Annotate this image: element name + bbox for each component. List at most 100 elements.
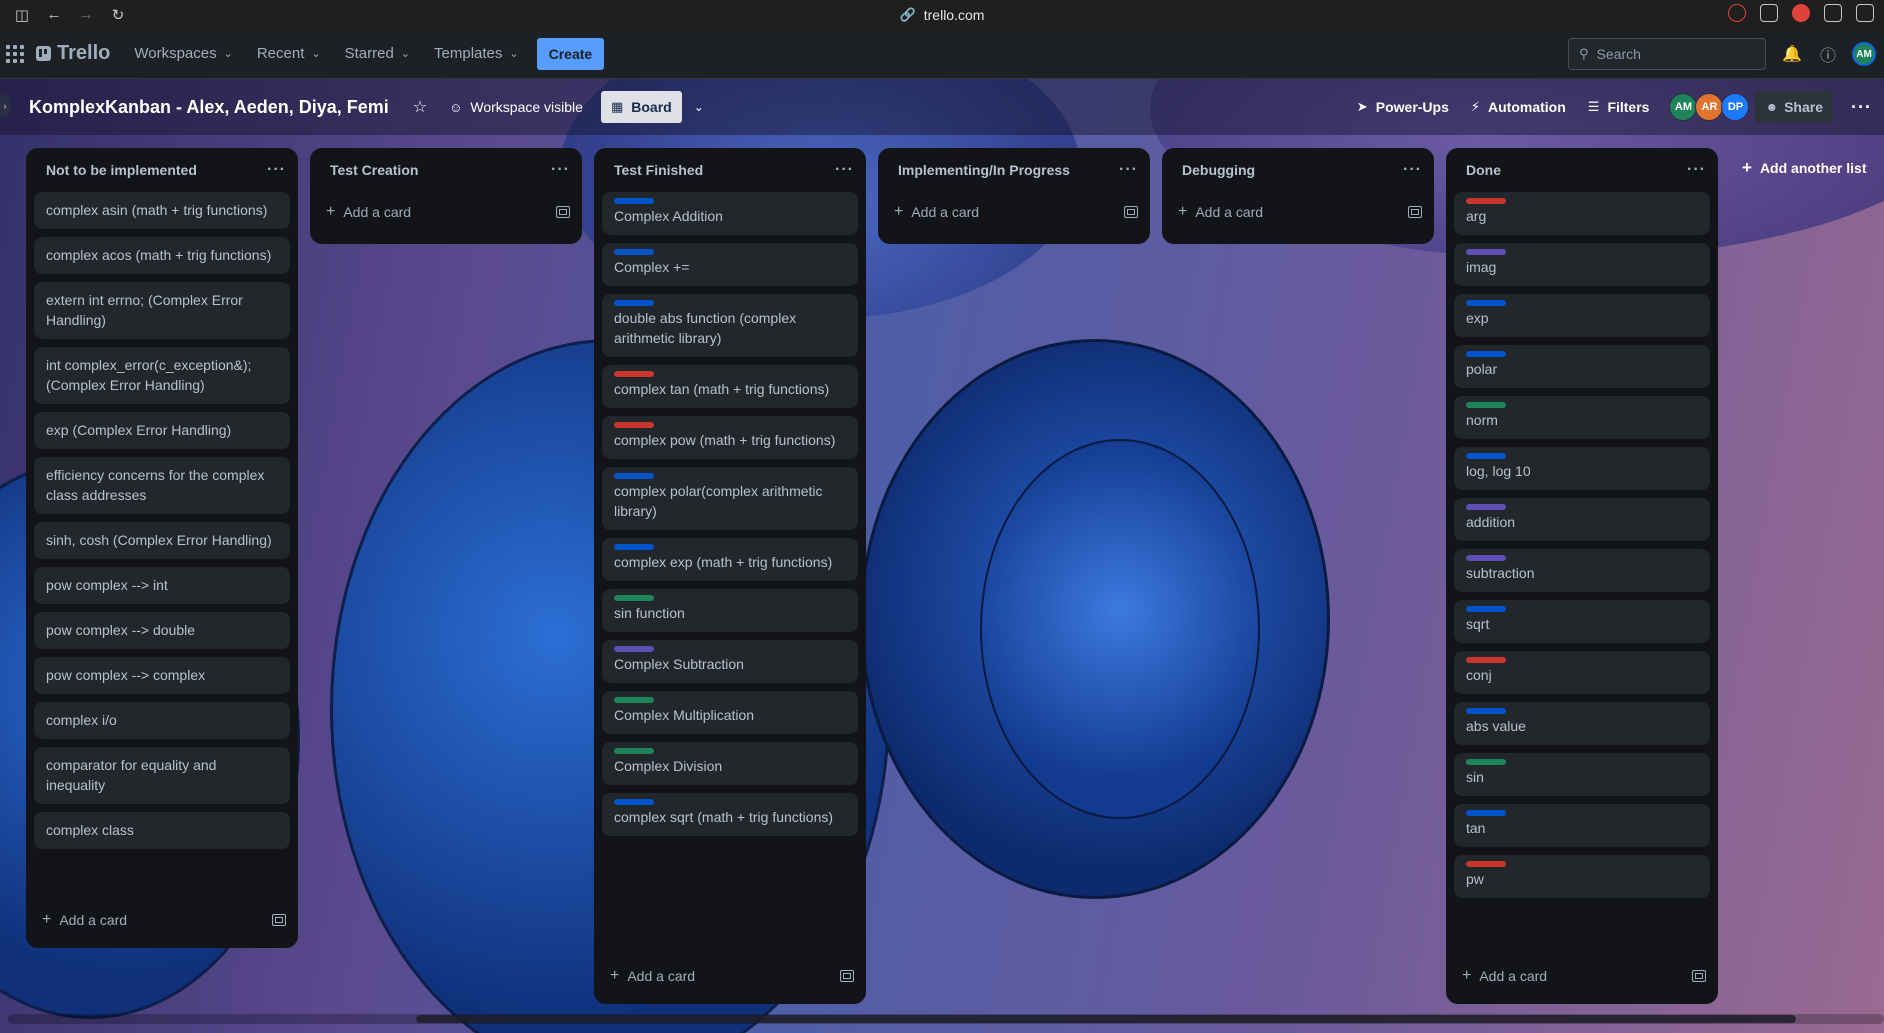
card[interactable]: double abs function (complex arithmetic … [602,294,858,357]
member-avatar[interactable]: DP [1721,93,1750,121]
card[interactable]: exp (Complex Error Handling) [34,412,290,449]
list-menu-icon[interactable]: ··· [267,161,286,179]
powerups-button[interactable]: ➤ Power-Ups [1357,99,1449,115]
card-label[interactable] [614,646,654,652]
list-title[interactable]: Debugging [1182,162,1255,178]
card[interactable]: efficiency concerns for the complex clas… [34,457,290,514]
card[interactable]: complex i/o [34,702,290,739]
card-label[interactable] [614,748,654,754]
card-label[interactable] [1466,249,1506,255]
address-bar[interactable]: 🔗 trello.com [0,0,1884,29]
card-template-icon[interactable] [1124,206,1138,218]
card[interactable]: complex polar(complex arithmetic library… [602,467,858,530]
card-label[interactable] [614,198,654,204]
card[interactable]: Complex += [602,243,858,286]
app-switcher-icon[interactable] [4,43,26,65]
card[interactable]: sin function [602,589,858,632]
extension-icon[interactable] [1728,4,1746,22]
card[interactable]: Complex Addition [602,192,858,235]
notifications-icon[interactable]: 🔔 [1782,44,1802,64]
card[interactable]: sqrt [1454,600,1710,643]
sidebar-toggle-icon[interactable]: ◫ [12,5,32,25]
add-card-button[interactable]: + Add a card [878,192,1150,232]
add-list-button[interactable]: + Add another list [1730,148,1884,188]
card-template-icon[interactable] [1408,206,1422,218]
card-label[interactable] [614,799,654,805]
extension-icon[interactable] [1824,4,1842,22]
card-label[interactable] [1466,708,1506,714]
board-title[interactable]: KomplexKanban - Alex, Aeden, Diya, Femi [29,97,389,118]
card-label[interactable] [1466,861,1506,867]
card[interactable]: complex tan (math + trig functions) [602,365,858,408]
back-icon[interactable]: ← [44,5,64,25]
card-label[interactable] [1466,402,1506,408]
card-template-icon[interactable] [840,970,854,982]
list-menu-icon[interactable]: ··· [835,161,854,179]
card-label[interactable] [1466,351,1506,357]
list-title[interactable]: Not to be implemented [46,162,197,178]
card[interactable]: pow complex --> int [34,567,290,604]
card-label[interactable] [1466,759,1506,765]
extension-icon[interactable] [1760,4,1778,22]
add-card-button[interactable]: + Add a card [1446,956,1718,996]
list-menu-icon[interactable]: ··· [551,161,570,179]
card[interactable]: complex exp (math + trig functions) [602,538,858,581]
add-card-button[interactable]: + Add a card [594,956,866,996]
card-template-icon[interactable] [272,914,286,926]
card-label[interactable] [614,697,654,703]
card[interactable]: addition [1454,498,1710,541]
card[interactable]: Complex Multiplication [602,691,858,734]
card-template-icon[interactable] [556,206,570,218]
user-avatar[interactable]: AM [1852,42,1876,66]
card[interactable]: int complex_error(c_exception&); (Comple… [34,347,290,404]
nav-recent[interactable]: Recent ⌄ [247,38,331,70]
board-view-button[interactable]: ▦ Board [600,91,682,123]
list-menu-icon[interactable]: ··· [1119,161,1138,179]
add-card-button[interactable]: + Add a card [1162,192,1434,232]
chevron-down-icon[interactable]: ⌄ [694,100,704,114]
card[interactable]: pow complex --> double [34,612,290,649]
list-menu-icon[interactable]: ··· [1403,161,1422,179]
card[interactable]: log, log 10 [1454,447,1710,490]
card-label[interactable] [614,249,654,255]
card-label[interactable] [1466,657,1506,663]
add-card-button[interactable]: + Add a card [26,900,298,940]
card-label[interactable] [1466,606,1506,612]
trello-logo[interactable]: Trello [36,42,110,65]
card-label[interactable] [1466,504,1506,510]
card[interactable]: conj [1454,651,1710,694]
search-input[interactable]: ⚲ Search [1568,38,1766,70]
nav-templates[interactable]: Templates ⌄ [424,38,529,70]
filters-button[interactable]: ☰ Filters [1588,99,1650,115]
card[interactable]: Complex Division [602,742,858,785]
board-menu-icon[interactable]: ··· [1851,97,1872,118]
horizontal-scrollbar[interactable] [8,1014,1884,1024]
create-button[interactable]: Create [536,37,605,70]
card-label[interactable] [614,595,654,601]
card-label[interactable] [1466,198,1506,204]
card[interactable]: extern int errno; (Complex Error Handlin… [34,282,290,339]
nav-workspaces[interactable]: Workspaces ⌄ [124,38,242,70]
card[interactable]: pow complex --> complex [34,657,290,694]
card[interactable]: subtraction [1454,549,1710,592]
card-label[interactable] [614,300,654,306]
card[interactable]: imag [1454,243,1710,286]
card[interactable]: polar [1454,345,1710,388]
help-icon[interactable]: ⓘ [1818,44,1838,65]
card[interactable]: comparator for equality and inequality [34,747,290,804]
card[interactable]: complex class [34,812,290,849]
extension-icon[interactable] [1792,4,1810,22]
card-label[interactable] [614,422,654,428]
card[interactable]: complex sqrt (math + trig functions) [602,793,858,836]
card-label[interactable] [1466,300,1506,306]
card[interactable]: Complex Subtraction [602,640,858,683]
card[interactable]: sinh, cosh (Complex Error Handling) [34,522,290,559]
card[interactable]: arg [1454,192,1710,235]
member-avatar[interactable]: AM [1669,93,1698,121]
list-title[interactable]: Test Finished [614,162,703,178]
list-title[interactable]: Implementing/In Progress [898,162,1070,178]
card[interactable]: complex pow (math + trig functions) [602,416,858,459]
nav-starred[interactable]: Starred ⌄ [335,38,420,70]
card-label[interactable] [614,473,654,479]
card[interactable]: tan [1454,804,1710,847]
